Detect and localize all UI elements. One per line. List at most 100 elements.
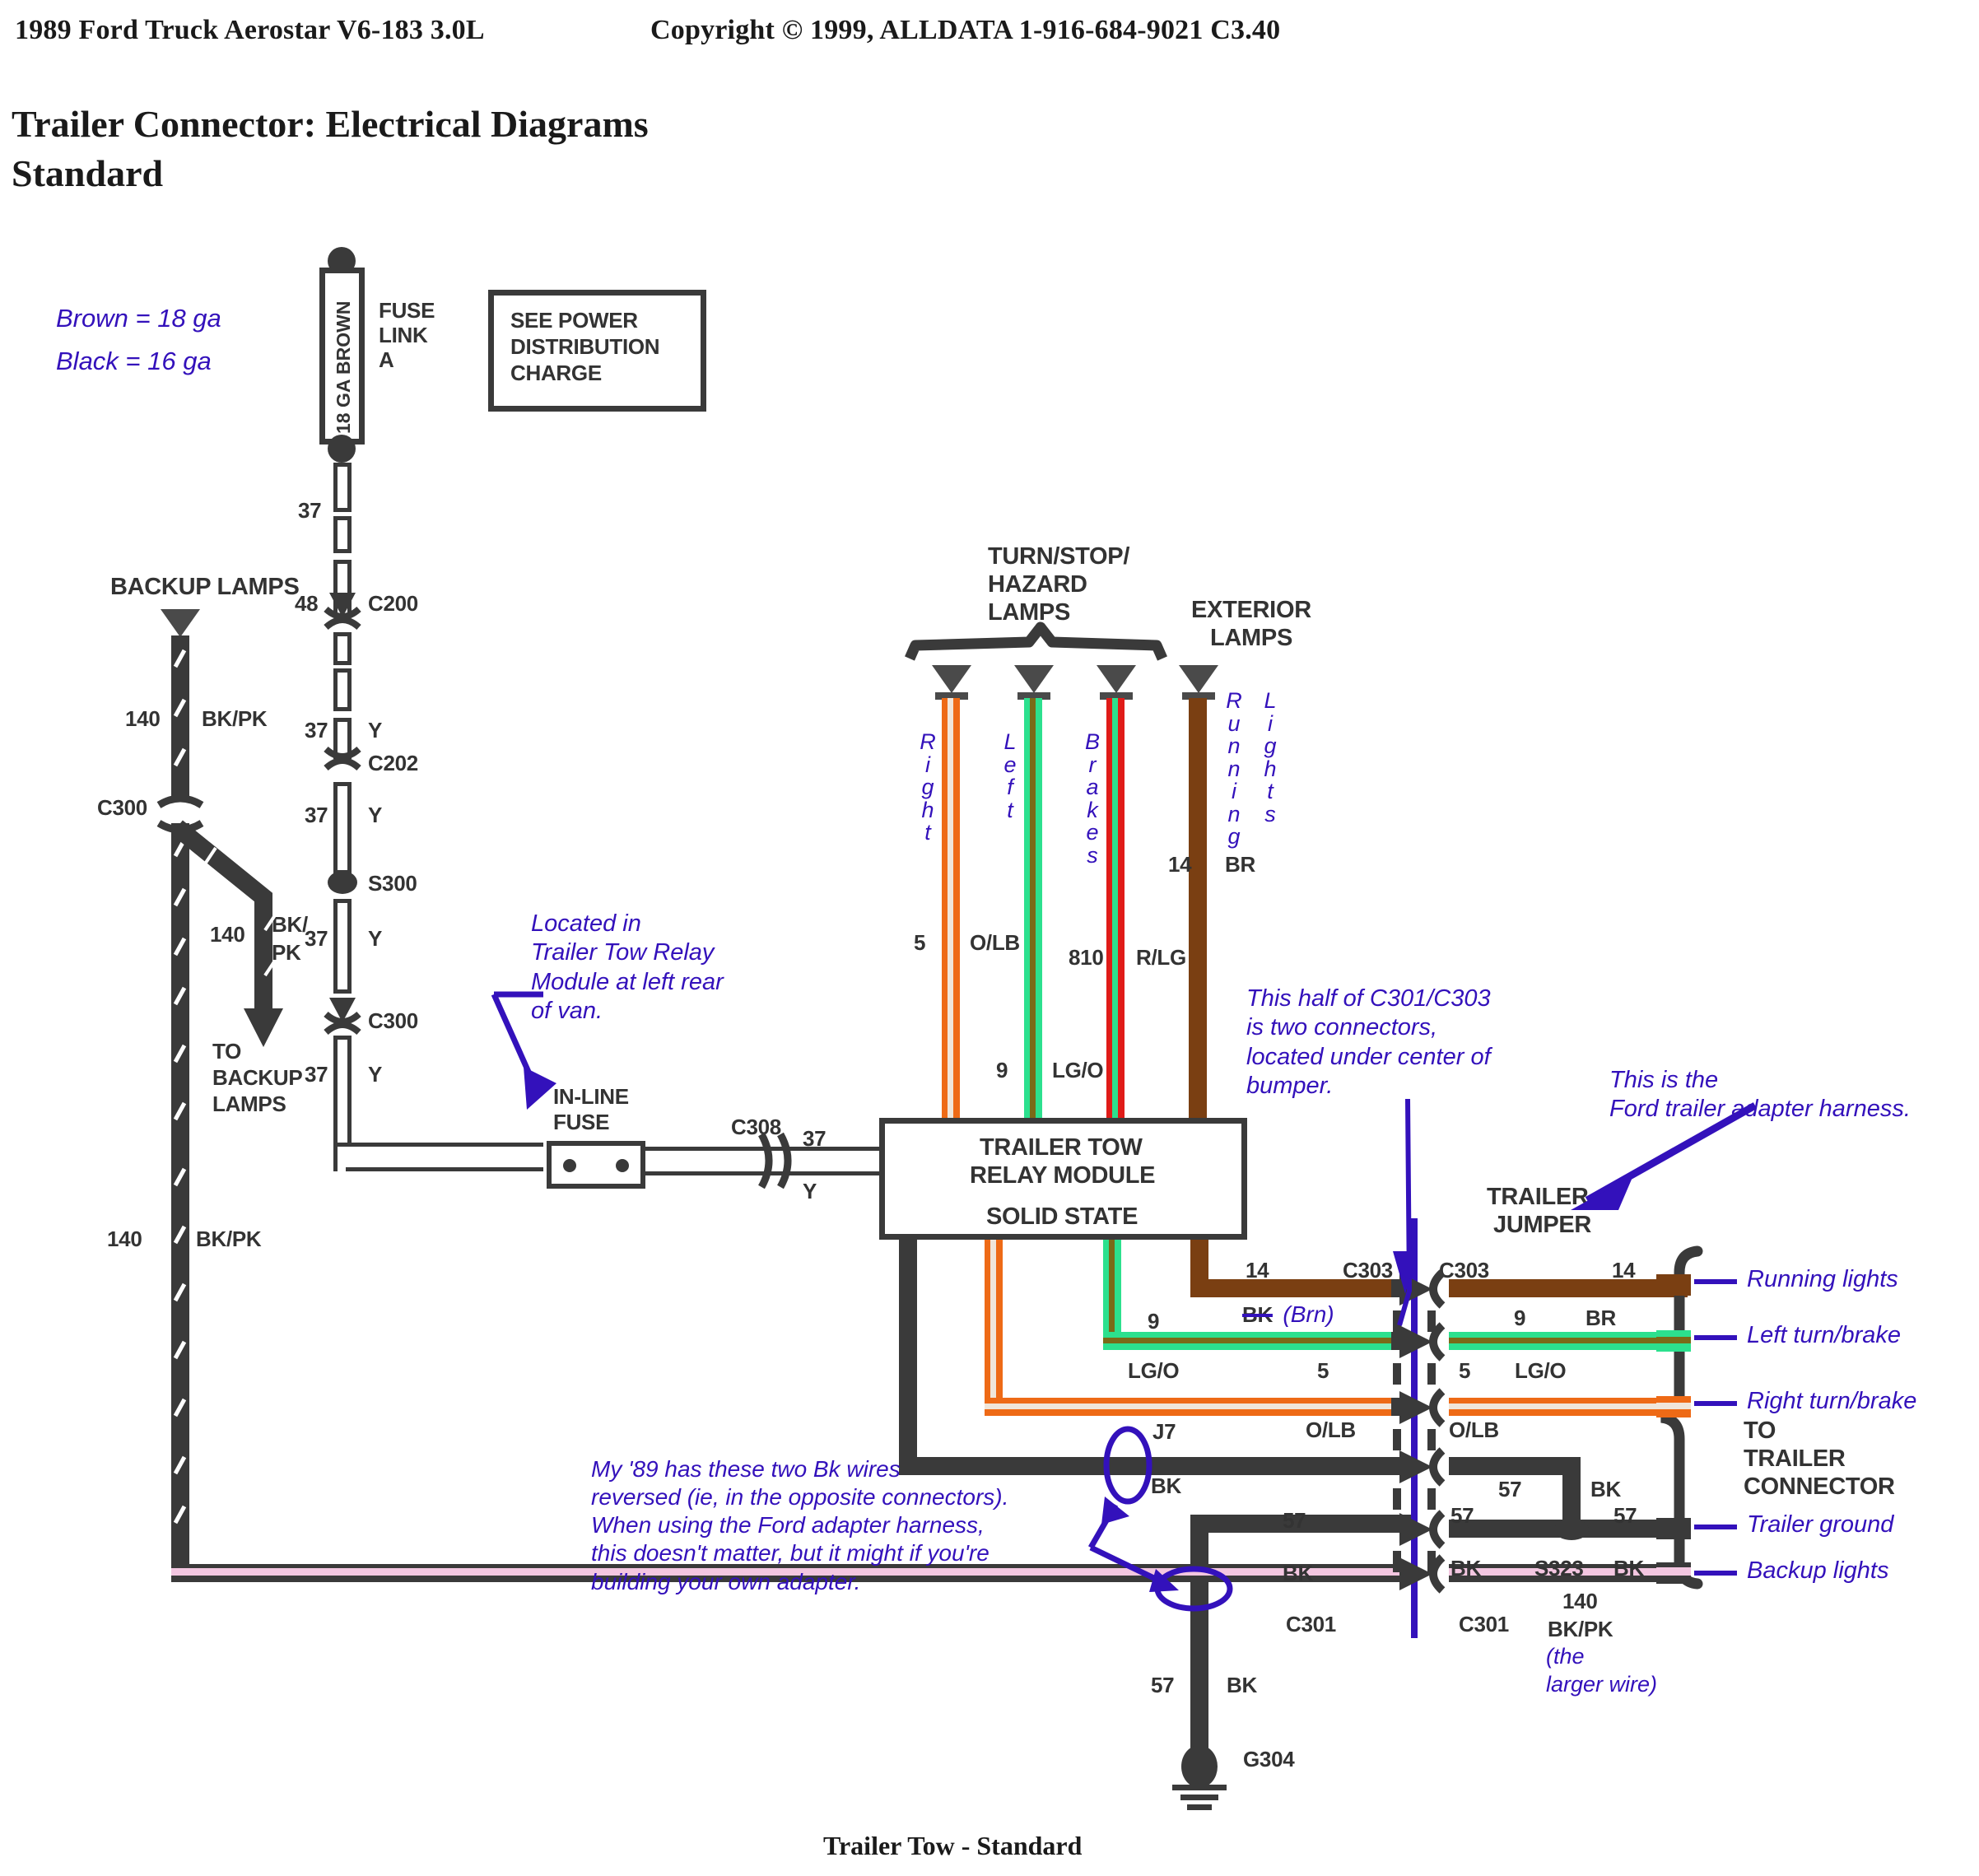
g304-node: [1181, 1745, 1218, 1788]
wiring-diagram-page: 1989 Ford Truck Aerostar V6-183 3.0L Cop…: [0, 0, 1979, 1876]
legend-label-2: Right turn/brake: [1747, 1388, 1917, 1414]
conn-right-color-5: BK: [1450, 1556, 1481, 1580]
backup-color-bottom: BK/PK: [196, 1227, 262, 1251]
backup-num-branch: 140: [210, 922, 245, 947]
larger-wire-note-1: (the: [1546, 1644, 1585, 1669]
conn-right-num-5b: 57: [1613, 1503, 1637, 1528]
lamp-num-right: 5: [914, 930, 926, 955]
ground-branch-num: 57: [1151, 1673, 1175, 1697]
relay-module-line2: RELAY MODULE: [970, 1162, 1156, 1189]
page-title-line2: Standard: [12, 152, 164, 194]
splice-s323-label: S323: [1534, 1556, 1584, 1580]
conn-right-connector-0: C303: [1439, 1258, 1489, 1282]
backup-to-line3: LAMPS: [212, 1092, 286, 1116]
to-trailer-connector-1: TO: [1744, 1417, 1776, 1444]
conn-right-connector-5: C301: [1459, 1612, 1509, 1636]
feed-seg-6: [333, 718, 352, 759]
trailer-end-color: BK/PK: [1548, 1617, 1613, 1641]
inline-fuse-label-1: IN-LINE: [553, 1084, 629, 1109]
lamp-brakes-symbol: [1097, 665, 1136, 693]
legend-dash-2: [1694, 1401, 1737, 1406]
feed-num-0: 37: [298, 498, 322, 523]
turn-lamps-title-2: HAZARD: [988, 571, 1087, 598]
conn-left-num-0: 14: [1246, 1258, 1269, 1282]
power-box-line2: DISTRIBUTION: [510, 334, 660, 359]
splice-s323-node: [1554, 1519, 1589, 1540]
fuse-out-top: [645, 1147, 882, 1151]
backup-to-line1: TO: [212, 1039, 242, 1064]
feed-seg-2: [333, 516, 352, 553]
conn-right-num-1: 9: [1514, 1306, 1526, 1330]
conn-left-color-5: BK: [1283, 1561, 1313, 1585]
fuse-out-bottom: [645, 1171, 882, 1175]
feed-seg-1: [333, 463, 352, 512]
conn-left-color-4: BK: [1151, 1473, 1181, 1498]
note-bk-reversed: My '89 has these two Bk wires reversed (…: [591, 1456, 1009, 1594]
feed-color-5: Y: [368, 1062, 383, 1087]
lamp-color-right: O/LB: [970, 930, 1020, 955]
conn-left-num-1: 9: [1148, 1309, 1160, 1334]
wire-running-vertical: [1189, 698, 1207, 1120]
lamp-vname-running: Running: [1226, 688, 1242, 850]
lamp-num-left: 9: [996, 1058, 1008, 1082]
fuse-link-name-1: FUSE: [379, 298, 435, 323]
backup-num-top: 140: [125, 706, 161, 731]
jumper-orange-stripe: [1449, 1404, 1688, 1409]
lamp-num-brakes: 810: [1069, 945, 1104, 970]
arrowhead-bk-j7: [1101, 1497, 1129, 1525]
trailer-jumper-title-1: TRAILER: [1487, 1184, 1589, 1210]
gauge-legend-brown: Brown = 18 ga: [56, 304, 221, 333]
lamp-color-brakes: R/LG: [1136, 945, 1186, 970]
fuse-link-name-3: A: [379, 347, 394, 372]
gauge-legend-black: Black = 16 ga: [56, 347, 212, 375]
g304-label: G304: [1243, 1747, 1295, 1771]
backup-to-line2: BACKUP: [212, 1065, 303, 1090]
inline-fuse-out-num: 37: [803, 1126, 827, 1151]
connector-c308: [758, 1132, 792, 1189]
conn-right-num-5: 57: [1450, 1503, 1474, 1528]
conn-left-connector-4: J7: [1152, 1419, 1176, 1444]
fuse-link-wire-label: 18 GA BROWN: [333, 300, 354, 434]
inline-fuse-note: Located in Trailer Tow Relay Module at l…: [531, 910, 724, 1025]
inline-fuse-out-connector: C308: [731, 1115, 781, 1139]
conn-right-color-2: LG/O: [1515, 1358, 1567, 1383]
backup-color-branch-2: PK: [272, 940, 301, 965]
conn-left-color-3: O/LB: [1306, 1417, 1356, 1442]
arrowhead-inline-fuse: [524, 1067, 556, 1110]
relay-module-line1: TRAILER TOW: [980, 1134, 1143, 1161]
feed-seg-3: [333, 560, 352, 617]
trailer-jumper-title-2: JUMPER: [1493, 1212, 1592, 1238]
legend-dash-1: [1694, 1335, 1737, 1340]
wire-right-turn-stripe: [948, 698, 953, 1120]
route-orange-vertical-stripe: [990, 1240, 996, 1416]
route-orange-horizontal-stripe: [985, 1404, 1413, 1409]
exterior-lamps-title-2: LAMPS: [1210, 625, 1293, 651]
fuse-link-name-2: LINK: [379, 323, 428, 347]
footer-caption: Trailer Tow - Standard: [823, 1831, 1083, 1860]
feed-num-3: 37: [305, 803, 328, 827]
lamp-color-running: BR: [1225, 852, 1255, 877]
g304-ground-bar-1: [1172, 1785, 1227, 1790]
inline-fuse-out-color: Y: [803, 1179, 817, 1203]
route-black-j7-vertical: [899, 1240, 917, 1467]
inline-fuse-node-right: [616, 1159, 629, 1172]
header-vehicle: 1989 Ford Truck Aerostar V6-183 3.0L: [15, 15, 485, 45]
feed-connector-4: C300: [368, 1008, 418, 1033]
g304-ground-bar-2: [1180, 1795, 1218, 1800]
conn-right-color-0: BR: [1586, 1306, 1616, 1330]
legend-dash-0: [1694, 1279, 1737, 1284]
lamp-num-running: 14: [1168, 852, 1192, 877]
inline-fuse-body: [547, 1141, 645, 1189]
backup-lamps-title: BACKUP LAMPS: [110, 574, 300, 600]
lamp-vname-left: Left: [1003, 729, 1017, 822]
conn-left-connector-5: C301: [1286, 1612, 1336, 1636]
bk-struck-label: BK: [1242, 1302, 1273, 1327]
lamp-vname-lights: Lights: [1264, 688, 1277, 826]
jumper-black-wire-top: [1449, 1457, 1581, 1475]
backup-wire-lower: [171, 823, 189, 1564]
feed-color-4: Y: [368, 926, 383, 951]
backup-lamp-symbol: [161, 609, 200, 637]
note-c301-c303: This half of C301/C303 is two connectors…: [1246, 985, 1491, 1100]
ground-stub-wire: [1190, 1618, 1208, 1750]
g304-ground-bar-3: [1187, 1804, 1212, 1810]
